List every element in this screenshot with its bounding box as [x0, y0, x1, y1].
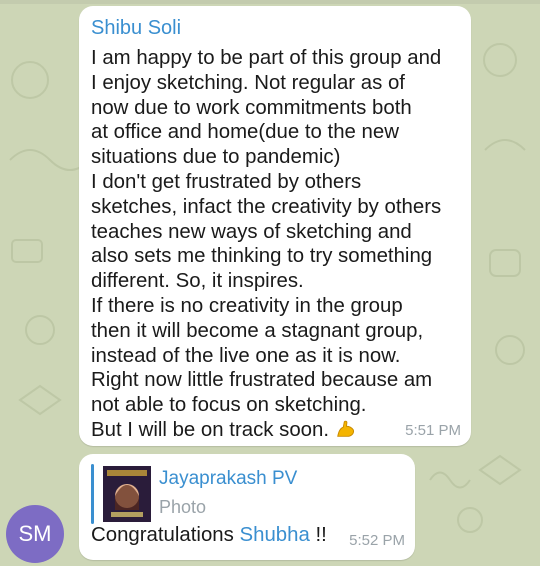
sender-name[interactable]: Shibu Soli	[91, 15, 181, 41]
message-time: 5:51 PM	[405, 422, 461, 439]
reply-type-label: Photo	[159, 497, 207, 517]
avatar[interactable]: SM	[6, 505, 64, 563]
message-text-suffix: !!	[309, 524, 327, 546]
previous-message-edge	[0, 0, 540, 4]
reply-preview[interactable]: Jayaprakash PV Photo	[91, 464, 391, 526]
message-text-prefix: Congratulations	[91, 524, 240, 546]
message-bubble[interactable]: Jayaprakash PV Photo Congratulations Shu…	[79, 454, 415, 560]
mention-link[interactable]: Shubha	[240, 524, 310, 546]
message-text: Congratulations Shubha !!	[91, 522, 327, 548]
message-text: I am happy to be part of this group and …	[91, 46, 463, 443]
thumbnail-image	[103, 466, 151, 522]
message-body: I am happy to be part of this group and …	[91, 47, 442, 441]
message-bubble[interactable]: Shibu Soli I am happy to be part of this…	[79, 6, 471, 446]
reply-sender-name: Jayaprakash PV	[159, 468, 298, 489]
flexed-biceps-emoji	[337, 420, 355, 437]
message-time: 5:52 PM	[349, 532, 405, 549]
photo-thumbnail	[103, 466, 151, 522]
reply-bar	[91, 464, 94, 524]
